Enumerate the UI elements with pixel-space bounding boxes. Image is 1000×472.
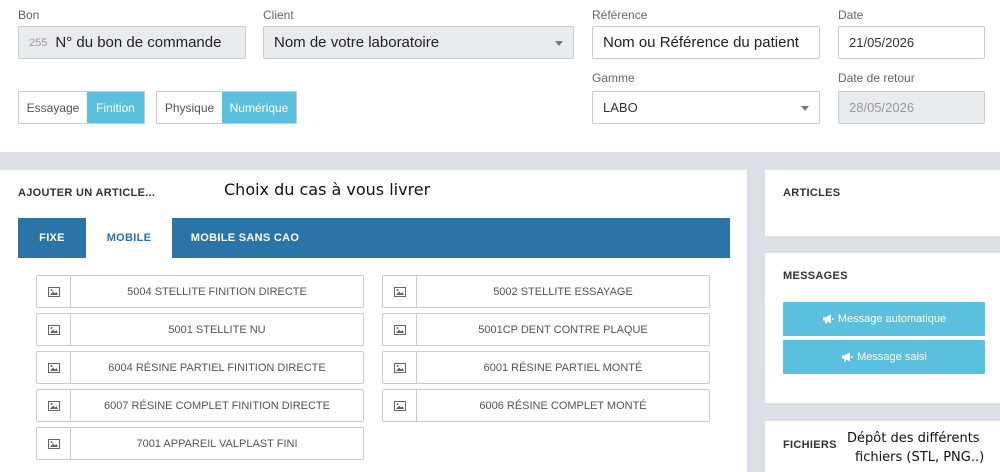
image-icon [383,276,417,307]
bon-number-prefix: 255 [29,36,48,49]
tab-fixe[interactable]: FIXE [18,218,86,258]
article-item[interactable]: 6006 RÉSINE COMPLET MONTÉ [382,389,710,422]
message-automatique-button[interactable]: Message automatique [783,302,985,336]
article-item[interactable]: 7001 APPAREIL VALPLAST FINI [36,427,364,460]
article-item-label: 5004 STELLITE FINITION DIRECTE [127,285,307,298]
date-input[interactable]: 21/05/2026 [838,26,985,59]
image-icon [37,314,71,345]
article-item[interactable]: 6004 RÉSINE PARTIEL FINITION DIRECTE [36,351,364,384]
order-header: Bon 255 N° du bon de commande Client Nom… [0,0,1000,152]
gamme-select[interactable]: LABO [592,91,820,124]
article-item[interactable]: 5001 STELLITE NU [36,313,364,346]
image-icon [383,390,417,421]
message-saisi-label: Message saisi [857,351,927,363]
gamme-label: Gamme [592,71,635,85]
type-toggle: Physique Numérique [156,91,297,124]
fichiers-annotation-line2: fichiers (STL, PNG..) [855,450,985,465]
toggle-numerique[interactable]: Numérique [222,92,296,123]
bullhorn-icon [842,352,853,362]
client-select[interactable]: Nom de votre laboratoire [263,26,574,59]
chevron-down-icon [801,106,809,111]
date-label: Date [838,8,864,22]
bon-number-field[interactable]: 255 N° du bon de commande [18,26,246,59]
toggle-finition[interactable]: Finition [87,92,144,123]
date-value: 21/05/2026 [849,35,915,50]
message-automatique-label: Message automatique [837,313,947,325]
date-retour-label: Date de retour [838,71,915,85]
article-item-label: 5001 STELLITE NU [168,323,266,336]
bon-number-value: N° du bon de commande [55,34,222,51]
chevron-down-icon [555,41,563,46]
article-item-label: 6007 RÉSINE COMPLET FINITION DIRECTE [104,399,330,412]
article-item[interactable]: 6001 RÉSINE PARTIEL MONTÉ [382,351,710,384]
article-item[interactable]: 5004 STELLITE FINITION DIRECTE [36,275,364,308]
reference-label: Référence [592,8,648,22]
reference-input[interactable]: Nom ou Référence du patient [592,26,820,59]
image-icon [37,390,71,421]
gamme-value: LABO [603,100,638,115]
client-label: Client [263,8,294,22]
articles-panel [765,170,1000,236]
toggle-physique[interactable]: Physique [157,92,222,123]
article-item[interactable]: 5001CP DENT CONTRE PLAQUE [382,313,710,346]
article-item-label: 6006 RÉSINE COMPLET MONTÉ [479,399,647,412]
date-retour-input[interactable]: 28/05/2026 [838,91,985,124]
article-item-label: 5002 STELLITE ESSAYAGE [493,285,633,298]
image-icon [37,352,71,383]
image-icon [383,314,417,345]
articles-title: ARTICLES [783,187,841,199]
image-icon [383,352,417,383]
add-article-annotation: Choix du cas à vous livrer [224,180,431,199]
image-icon [37,428,71,459]
article-item-label: 7001 APPAREIL VALPLAST FINI [136,437,298,450]
messages-title: MESSAGES [783,270,848,282]
toggle-essayage[interactable]: Essayage [19,92,87,123]
message-saisi-button[interactable]: Message saisi [783,340,985,374]
article-item-label: 6004 RÉSINE PARTIEL FINITION DIRECTE [108,361,326,374]
date-retour-value: 28/05/2026 [849,100,915,115]
tab-mobile[interactable]: MOBILE [86,218,172,258]
stage-toggle: Essayage Finition [18,91,145,124]
add-article-title: AJOUTER UN ARTICLE... [18,187,156,199]
article-item-label: 6001 RÉSINE PARTIEL MONTÉ [483,361,643,374]
article-item[interactable]: 6007 RÉSINE COMPLET FINITION DIRECTE [36,389,364,422]
tab-mobile-sans-cao[interactable]: MOBILE SANS CAO [172,218,318,258]
fichiers-annotation-line1: Dépôt des différents [847,431,980,446]
article-tabs: FIXE MOBILE MOBILE SANS CAO [18,218,730,258]
fichiers-title: FICHIERS [783,439,837,451]
client-value: Nom de votre laboratoire [274,34,440,51]
article-item-label: 5001CP DENT CONTRE PLAQUE [478,323,648,336]
image-icon [37,276,71,307]
reference-value: Nom ou Référence du patient [603,34,799,51]
article-item[interactable]: 5002 STELLITE ESSAYAGE [382,275,710,308]
bon-label: Bon [18,8,40,22]
bullhorn-icon [822,314,834,324]
